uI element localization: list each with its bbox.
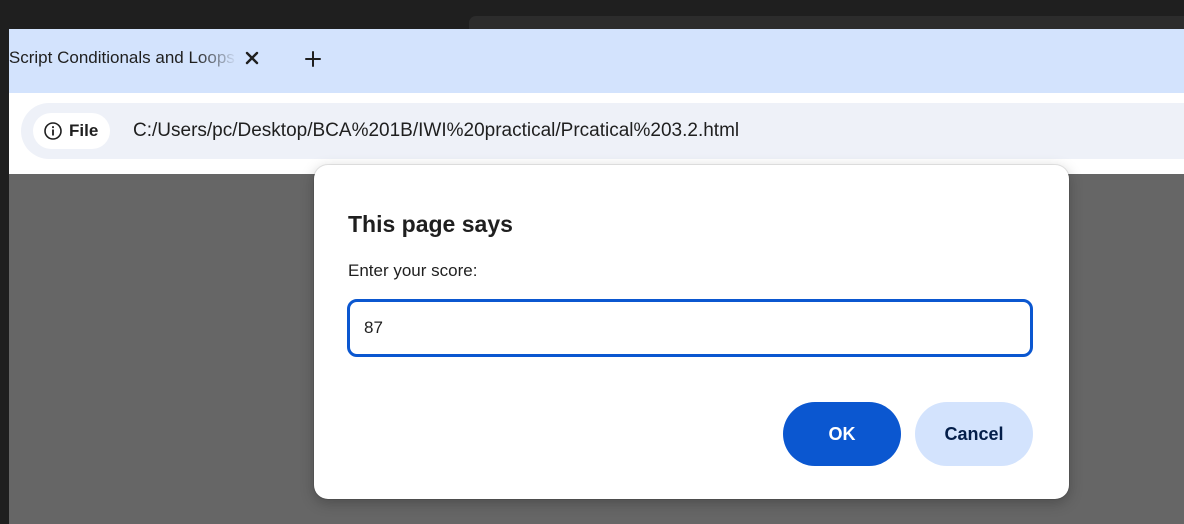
address-url[interactable]: C:/Users/pc/Desktop/BCA%201B/IWI%20pract… — [133, 120, 739, 142]
close-icon-glyph — [245, 51, 259, 65]
score-input[interactable] — [347, 299, 1033, 357]
browser-toolbar: File C:/Users/pc/Desktop/BCA%201B/IWI%20… — [9, 93, 1184, 174]
prompt-dialog: This page says Enter your score: OK Canc… — [314, 165, 1069, 499]
close-icon[interactable] — [239, 45, 265, 71]
plus-icon — [305, 51, 321, 67]
new-tab-button[interactable] — [299, 45, 327, 73]
tab-title: JavaScript Conditionals and Loops — [9, 48, 235, 67]
browser-chrome: JavaScript Conditionals and Loops File C… — [9, 29, 1184, 174]
info-icon — [44, 122, 62, 140]
dialog-title: This page says — [348, 211, 513, 237]
address-bar[interactable]: File C:/Users/pc/Desktop/BCA%201B/IWI%20… — [21, 103, 1184, 159]
window-titlebar — [9, 0, 1184, 29]
window-frame-edge — [0, 0, 9, 524]
site-info-label: File — [69, 121, 99, 140]
dialog-message: Enter your score: — [348, 261, 478, 280]
cancel-button[interactable]: Cancel — [915, 402, 1033, 466]
background-window — [469, 16, 1184, 29]
tab-active[interactable]: JavaScript Conditionals and Loops — [9, 29, 277, 93]
tab-strip — [289, 29, 1184, 93]
ok-button[interactable]: OK — [783, 402, 901, 466]
site-info-chip[interactable]: File — [33, 113, 111, 149]
